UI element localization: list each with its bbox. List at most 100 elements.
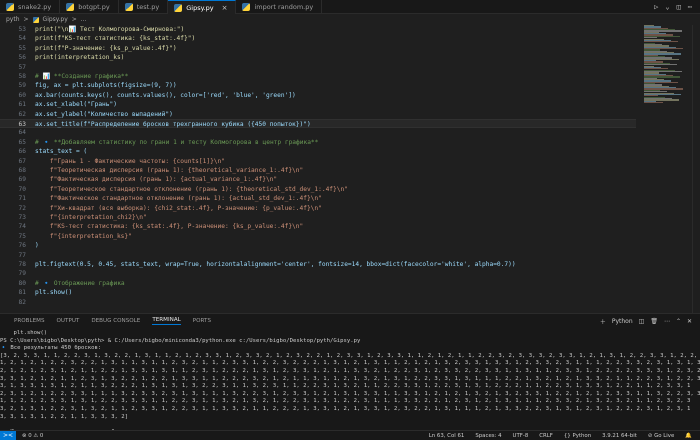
code-line[interactable]: 61 ax.set_xlabel("Грань"): [0, 100, 636, 109]
editor-actions: ▷ ⌄ ◫ ⋯: [654, 0, 700, 13]
split-terminal-icon[interactable]: ◫: [639, 318, 645, 325]
code-editor[interactable]: 53 print("\n📊 Тест Колмогорова-Смирнова:"…: [0, 25, 700, 313]
more-actions-icon[interactable]: ⋯: [688, 3, 692, 11]
maximize-panel-icon[interactable]: ⌃: [676, 318, 681, 325]
editor-tab[interactable]: import random.py: [236, 0, 323, 14]
code-line[interactable]: 76): [0, 241, 636, 250]
code-line[interactable]: 73 f"{interpretation_chi2}\n": [0, 213, 636, 222]
breadcrumb-folder[interactable]: pyth: [6, 16, 20, 23]
code-line[interactable]: 71 f"Фактическое стандартное отклонение …: [0, 194, 636, 203]
terminal-output[interactable]: plt.show() PS C:\Users\bigbo\Desktop\pyth…: [0, 330, 700, 440]
bottom-panel: PROBLEMS OUTPUT DEBUG CONSOLE TERMINAL PORTS…: [0, 313, 700, 440]
code-line[interactable]: 64: [0, 128, 636, 137]
code-text: fig, ax = plt.subplots(figsize=(9, 7)): [35, 82, 177, 90]
python-file-icon: [124, 3, 133, 11]
code-line[interactable]: 56 print(interpretation_ks): [0, 53, 636, 62]
line-number: 80: [18, 279, 26, 287]
line-number: 62: [18, 110, 26, 118]
code-line[interactable]: 60 ax.bar(counts.keys(), counts.values(),…: [0, 91, 636, 100]
close-icon[interactable]: ✕: [687, 318, 692, 325]
breadcrumb: pyth > Gipsy.py > ...: [0, 14, 700, 25]
editor-tab[interactable]: botgpt.py: [60, 0, 119, 14]
editor-scrollbar[interactable]: [692, 25, 698, 313]
cursor-position[interactable]: Ln 63, Col 61: [429, 433, 465, 439]
line-number: 58: [18, 73, 26, 80]
python-file-icon: [242, 3, 251, 11]
code-line[interactable]: 62 ax.set_ylabel("Количество выпадений"): [0, 110, 636, 119]
code-line[interactable]: 74 f"KS-тест статистика: {ks_stat:.4f}, …: [0, 222, 636, 231]
go-live-button[interactable]: ⊘ Go Live: [648, 433, 674, 439]
editor-tab[interactable]: snake2.py: [0, 0, 61, 14]
end-of-line[interactable]: CRLF: [539, 433, 553, 439]
code-line[interactable]: 72 f"Хи-квадрат (вся выборка): {chi2_sta…: [0, 204, 636, 213]
code-text: f"Фактическое стандартное отклонение (гр…: [35, 195, 322, 203]
chevron-down-icon[interactable]: ⌄: [665, 3, 669, 11]
panel-tab-ports[interactable]: PORTS: [193, 318, 211, 324]
code-line[interactable]: 59 fig, ax = plt.subplots(figsize=(9, 7)): [0, 81, 636, 90]
code-text: print(f"KS-тест статистика: {ks_stat:.4f…: [35, 35, 196, 43]
line-number: 57: [18, 63, 26, 71]
line-number: 53: [18, 26, 26, 33]
remote-indicator[interactable]: ><: [0, 430, 16, 440]
terminal-line: 🔹 Все результаты 450 бросков:: [0, 345, 102, 352]
code-line[interactable]: 66 stats_text = (: [0, 147, 636, 156]
python-file-icon: [6, 3, 14, 11]
code-line[interactable]: 78 plt.figtext(0.5, 0.45, stats_text, wra…: [0, 260, 636, 269]
code-text: # 📊 **Создание графика**: [35, 73, 129, 80]
code-line[interactable]: 70 f"Теоретическое стандартное отклонени…: [0, 185, 636, 194]
code-text: f"{interpretation_ks}": [35, 232, 132, 240]
code-line[interactable]: 81 plt.show(): [0, 288, 636, 297]
python-interpreter[interactable]: 3.9.21 64-bit: [602, 433, 637, 439]
panel-tab-debug-console[interactable]: DEBUG CONSOLE: [91, 318, 140, 324]
line-number: 56: [18, 54, 26, 62]
problems-count[interactable]: ⊗ 0 ⚠ 0: [22, 433, 43, 439]
code-line[interactable]: 79: [0, 269, 636, 278]
terminal-line: 1, 2, 1, 2, 1, 2, 2, 3, 2, 2, 1, 3, 1, 1…: [0, 360, 700, 367]
new-terminal-icon[interactable]: ＋: [600, 317, 606, 326]
code-line[interactable]: 75 f"{interpretation_ks}": [0, 232, 636, 241]
run-icon[interactable]: ▷: [654, 3, 658, 11]
code-text: print("\n📊 Тест Колмогорова-Смирнова:"): [35, 26, 185, 33]
bell-icon[interactable]: 🔔: [685, 433, 692, 439]
line-number: 65: [18, 138, 26, 146]
code-line[interactable]: 65 # 🔹 **Добавляем статистику по грани 1 …: [0, 138, 636, 147]
more-actions-icon[interactable]: ⋯: [664, 318, 670, 325]
code-line[interactable]: 58 # 📊 **Создание графика**: [0, 72, 636, 81]
terminal-name[interactable]: Python: [612, 318, 633, 325]
code-text: # 🔹 Отображение графика: [35, 279, 125, 287]
code-line[interactable]: 80 # 🔹 Отображение графика: [0, 279, 636, 288]
minimap[interactable]: [644, 25, 688, 105]
code-line[interactable]: 63 ax.set_title(f"Распределение бросков т…: [0, 119, 636, 129]
code-line[interactable]: 53 print("\n📊 Тест Колмогорова-Смирнова:"…: [0, 25, 636, 34]
breadcrumb-file[interactable]: Gipsy.py: [43, 16, 68, 23]
indentation[interactable]: Spaces: 4: [475, 433, 501, 439]
breadcrumb-more[interactable]: ...: [81, 16, 87, 23]
panel-tab-terminal[interactable]: TERMINAL: [152, 317, 181, 325]
line-number: 79: [18, 270, 26, 278]
code-text: ax.bar(counts.keys(), counts.values(), c…: [35, 91, 296, 99]
code-line[interactable]: 54 print(f"KS-тест статистика: {ks_stat:.…: [0, 34, 636, 43]
terminal-line: 3, 2, 1, 3, 1, 2, 2, 3, 1, 3, 2, 1, 1, 2…: [0, 406, 691, 412]
code-line[interactable]: 67 f"Грань 1 - Фактические частоты: {cou…: [0, 157, 636, 166]
code-line[interactable]: 68 f"Теоретическая дисперсия (грань 1): …: [0, 166, 636, 175]
code-line[interactable]: 82: [0, 298, 636, 307]
encoding[interactable]: UTF-8: [513, 433, 529, 439]
code-text: plt.figtext(0.5, 0.45, stats_text, wrap=…: [35, 261, 516, 268]
code-line[interactable]: 69 f"Фактическая дисперсия (грань 1): {a…: [0, 175, 636, 184]
code-line[interactable]: 77: [0, 251, 636, 260]
editor-tab[interactable]: test.py: [119, 0, 169, 14]
code-line[interactable]: 55 print(f"P-значение: {ks_p_value:.4f}"): [0, 44, 636, 53]
language-mode[interactable]: {} Python: [564, 433, 591, 439]
code-text: # 🔹 **Добавляем статистику по грани 1 и …: [35, 138, 319, 146]
panel-tab-problems[interactable]: PROBLEMS: [14, 318, 45, 324]
terminal-line: 2, 3, 1, 2, 1, 2, 2, 3, 3, 1, 1, 1, 3, 2…: [0, 390, 700, 397]
editor-tab[interactable]: Gipsy.py ×: [168, 0, 237, 14]
close-icon[interactable]: ×: [222, 4, 228, 12]
trash-icon[interactable]: 🗑: [650, 318, 658, 325]
panel-tab-output[interactable]: OUTPUT: [57, 318, 80, 324]
split-editor-icon[interactable]: ◫: [677, 3, 681, 11]
code-line[interactable]: 57: [0, 63, 636, 72]
line-number: 68: [18, 167, 26, 174]
terminal-line: 3, 3, 1, 3, 1, 2, 2, 1, 1, 3, 3, 3, 2]: [0, 413, 128, 420]
